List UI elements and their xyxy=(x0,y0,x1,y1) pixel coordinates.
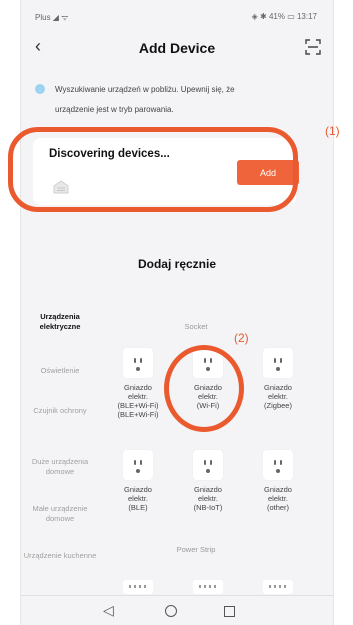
category-lighting[interactable]: Oświetlenie xyxy=(21,366,99,376)
power-strip-icon[interactable] xyxy=(263,580,293,594)
device-label: Gniazdo elektr. (NB-IoT) xyxy=(193,485,223,512)
device-label: Gniazdo elektr. (BLE+Wi-Fi) (BLE+Wi-Fi) xyxy=(117,383,159,419)
nav-home-icon[interactable] xyxy=(165,605,177,617)
signal-status: Plus ◢ ᯤ xyxy=(35,13,69,22)
power-strip-icon[interactable] xyxy=(123,580,153,594)
device-socket-other[interactable]: Gniazdo elektr. (other) xyxy=(246,450,310,512)
phone-screen: Plus ◢ ᯤ ◈ ✱ 41% ▭ 13:17 ‹ Add Device Wy… xyxy=(20,0,334,625)
category-list: Urządzenia elektryczne Oświetlenie Czujn… xyxy=(21,300,99,590)
category-electrical[interactable]: Urządzenia elektryczne xyxy=(21,312,99,332)
scan-icon[interactable] xyxy=(305,39,321,55)
info-banner: Wyszukiwanie urządzeń w pobliżu. Upewnij… xyxy=(35,80,321,120)
info-text-line1: Wyszukiwanie urządzeń w pobliżu. Upewnij… xyxy=(55,85,235,94)
header: ‹ Add Device xyxy=(21,34,333,64)
nav-back-icon[interactable]: ◁ xyxy=(103,602,114,619)
device-socket-zigbee[interactable]: Gniazdo elektr. (Zigbee) xyxy=(246,348,310,410)
device-label: Gniazdo elektr. (Zigbee) xyxy=(264,383,292,410)
callout-ring-1 xyxy=(8,127,298,212)
system-nav-bar: ◁ xyxy=(21,595,333,625)
status-bar: Plus ◢ ᯤ ◈ ✱ 41% ▭ 13:17 xyxy=(21,0,333,30)
device-label: Gniazdo elektr. (BLE) xyxy=(124,485,152,512)
socket-icon xyxy=(193,450,223,480)
category-kitchen[interactable]: Urządzenie kuchenne xyxy=(21,551,99,561)
socket-icon xyxy=(263,450,293,480)
device-socket-ble[interactable]: Gniazdo elektr. (BLE) xyxy=(106,450,170,512)
device-label: Gniazdo elektr. (other) xyxy=(264,485,292,512)
info-text-line2: urządzenie jest w tryb parowania. xyxy=(55,105,174,114)
callout-label-2: (2) xyxy=(234,331,249,345)
page-title: Add Device xyxy=(138,40,216,56)
callout-ring-2 xyxy=(164,345,244,432)
power-strip-icon[interactable] xyxy=(193,580,223,594)
socket-icon xyxy=(123,450,153,480)
callout-label-1: (1) xyxy=(325,124,340,138)
socket-icon xyxy=(263,348,293,378)
category-small-appliances[interactable]: Małe urządzenie domowe xyxy=(21,504,99,524)
device-socket-nb-iot[interactable]: Gniazdo elektr. (NB-IoT) xyxy=(176,450,240,512)
manual-add-title: Dodaj ręcznie xyxy=(137,257,217,271)
battery-time-status: ◈ ✱ 41% ▭ 13:17 xyxy=(251,12,317,21)
socket-icon xyxy=(123,348,153,378)
section-power-strip: Power Strip xyxy=(176,545,216,554)
category-security-sensor[interactable]: Czujnik ochrony xyxy=(21,406,99,416)
category-large-appliances[interactable]: Duże urządzenia domowe xyxy=(21,457,99,477)
bluetooth-icon xyxy=(35,84,45,94)
nav-recent-icon[interactable] xyxy=(224,606,235,617)
device-socket-ble-wifi[interactable]: Gniazdo elektr. (BLE+Wi-Fi) (BLE+Wi-Fi) xyxy=(106,348,170,419)
section-socket: Socket xyxy=(184,322,208,331)
